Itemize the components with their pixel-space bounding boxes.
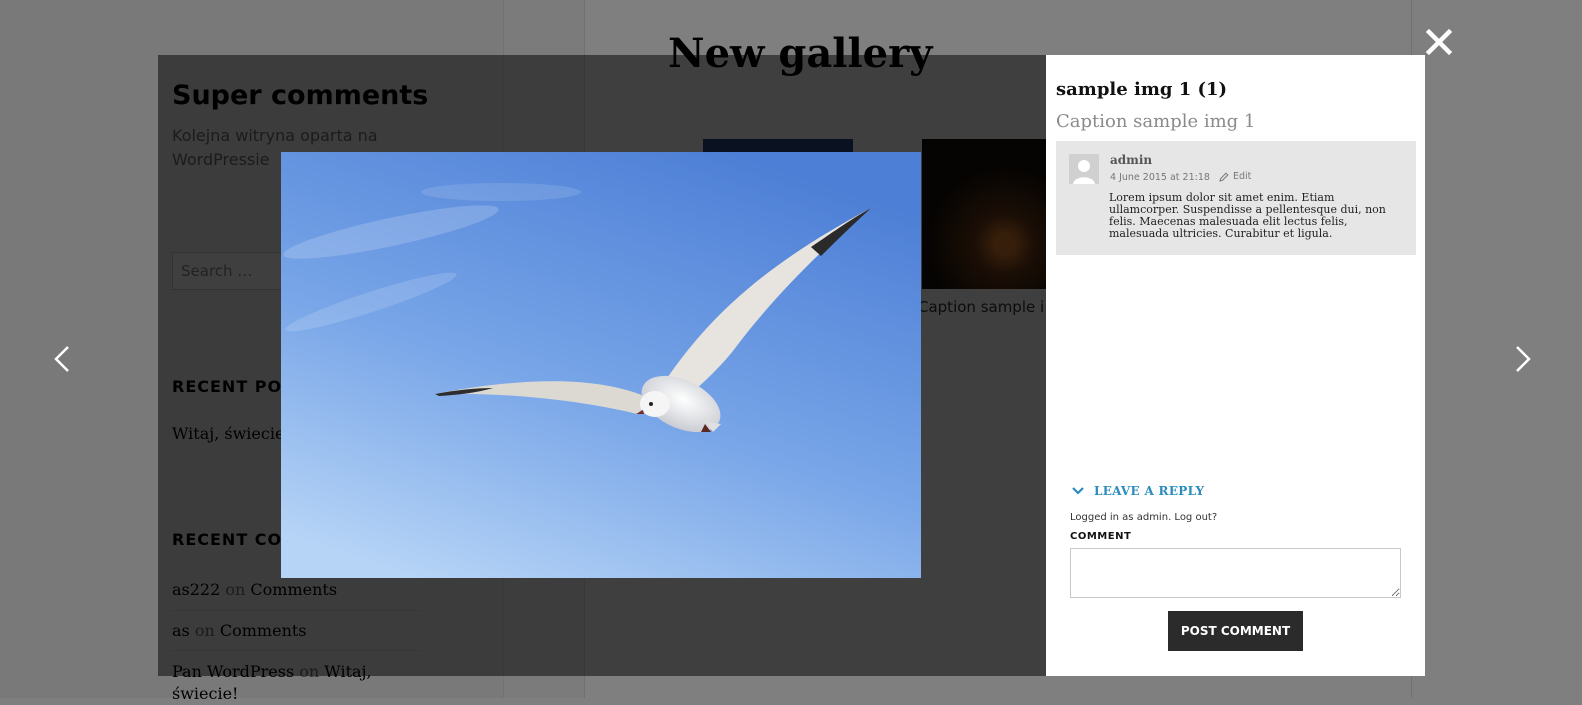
pencil-icon: [1219, 171, 1229, 182]
logout-link[interactable]: Log out?: [1174, 512, 1217, 523]
leave-reply-toggle[interactable]: LEAVE A REPLY: [1072, 484, 1204, 498]
seagull-photo: [281, 152, 921, 578]
chevron-left-icon: [54, 346, 69, 372]
edit-comment-link[interactable]: Edit: [1219, 171, 1251, 182]
leave-reply-heading: LEAVE A REPLY: [1094, 484, 1205, 498]
logged-in-prefix: Logged in as: [1070, 512, 1134, 523]
next-image-button[interactable]: [1507, 344, 1537, 374]
close-icon: [1425, 28, 1453, 56]
comment-item: admin 4 June 2015 at 21:18 Edit Lorem ip…: [1056, 141, 1416, 255]
logged-in-note: Logged in as admin. Log out?: [1070, 512, 1218, 523]
profile-link[interactable]: admin: [1137, 512, 1168, 523]
chevron-right-icon: [1516, 346, 1531, 372]
lightbox-image: [281, 152, 921, 578]
image-title: sample img 1 (1): [1056, 79, 1228, 100]
comment-date[interactable]: 4 June 2015 at 21:18: [1110, 172, 1210, 183]
comment-textarea[interactable]: [1070, 548, 1401, 598]
user-silhouette-icon: [1069, 154, 1099, 184]
chevron-down-icon: [1072, 487, 1084, 495]
comment-author[interactable]: admin: [1110, 153, 1152, 167]
avatar[interactable]: [1069, 154, 1099, 184]
edit-label: Edit: [1233, 171, 1252, 182]
comment-text: Lorem ipsum dolor sit amet enim. Etiam u…: [1109, 191, 1386, 240]
image-caption: Caption sample img 1: [1056, 111, 1256, 132]
post-comment-button[interactable]: POST COMMENT: [1168, 611, 1303, 651]
comment-field-label: COMMENT: [1070, 531, 1132, 542]
previous-image-button[interactable]: [48, 344, 78, 374]
comments-panel: sample img 1 (1) Caption sample img 1 ad…: [1046, 55, 1425, 676]
close-lightbox-button[interactable]: [1423, 26, 1455, 58]
